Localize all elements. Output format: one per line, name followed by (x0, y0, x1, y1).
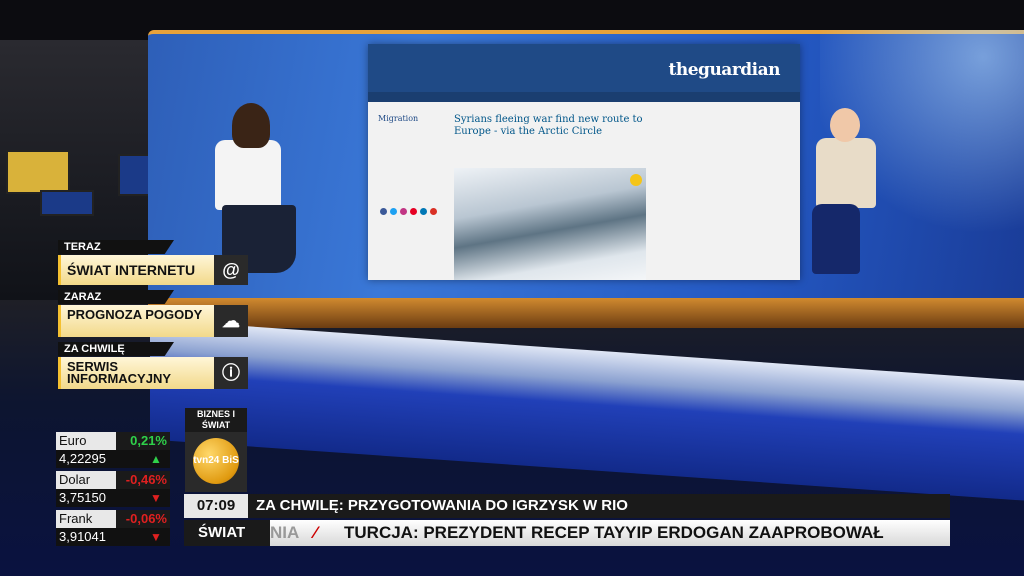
currency-change: -0,06% (116, 510, 170, 528)
currency-row-euro: Euro 0,21% 4,22295 ▲ (56, 432, 170, 468)
currency-change: -0,46% (116, 471, 170, 489)
share-icon (400, 208, 407, 215)
presenter-right (816, 138, 876, 208)
arrow-up-icon: ▲ (142, 450, 170, 468)
guardian-nav (368, 92, 800, 102)
article-section: Migration (378, 114, 419, 123)
headline-bar: ZA CHWILĘ: PRZYGOTOWANIA DO IGRZYSK W RI… (248, 494, 950, 518)
share-icon (390, 208, 397, 215)
guardian-webpage: theguardian Migration Syrians fleeing wa… (368, 44, 800, 280)
share-icon (410, 208, 417, 215)
weather-cloud-sun-icon: ☁ (214, 305, 248, 337)
newsroom-monitor (40, 190, 94, 216)
currency-name: Euro (56, 432, 116, 450)
presenter-left-hair (232, 103, 270, 148)
guardian-logo: theguardian (668, 60, 781, 80)
presenter-right-skirt (812, 204, 860, 274)
schedule-item-next: PROGNOZA POGODY ☁ (58, 305, 248, 337)
schedule-tag: ZARAZ (58, 290, 174, 304)
info-icon: ⓘ (214, 357, 248, 389)
currency-name: Dolar (56, 471, 116, 489)
arrow-down-icon: ▼ (142, 489, 170, 507)
schedule-tag: TERAZ (58, 240, 174, 254)
currency-value: 4,22295 (56, 450, 142, 468)
schedule-title: PROGNOZA POGODY (67, 307, 203, 322)
schedule-tag: ZA CHWILĘ (58, 342, 174, 356)
crawl-separator: ⁄ (314, 523, 317, 542)
share-icon (380, 208, 387, 215)
section-tag: ŚWIAT (184, 520, 270, 546)
currency-row-dollar: Dolar -0,46% 3,75150 ▼ (56, 471, 170, 507)
schedule-item-now: ŚWIAT INTERNETU @ (58, 255, 248, 285)
expand-icon (630, 174, 642, 186)
schedule-title: ŚWIAT INTERNETU (67, 262, 196, 278)
share-icon (430, 208, 437, 215)
article-photo (454, 168, 646, 280)
schedule-title: SERWIS INFORMACYJNY (67, 359, 172, 386)
currency-value: 3,91041 (56, 528, 142, 546)
crawl-text: TURCJA: PREZYDENT RECEP TAYYIP ERDOGAN Z… (344, 523, 884, 542)
program-tag: BIZNES I ŚWIAT (185, 408, 247, 432)
article-headline: Syrians fleeing war find new route to Eu… (454, 114, 643, 137)
presenter-right-head (830, 108, 860, 142)
crawl-previous-text: NIA (270, 523, 300, 542)
share-icon (420, 208, 427, 215)
clock: 07:09 (184, 494, 248, 518)
news-crawl: NIA ⁄ TURCJA: PREZYDENT RECEP TAYYIP ERD… (270, 520, 950, 546)
tvn24-logo: tvn24 BiS (193, 438, 239, 484)
currency-value: 3,75150 (56, 489, 142, 507)
currency-name: Frank (56, 510, 116, 528)
newsroom-monitor (6, 150, 70, 194)
video-wall-base (148, 298, 1024, 328)
currency-change: 0,21% (116, 432, 170, 450)
presenter-left (215, 140, 281, 210)
arrow-down-icon: ▼ (142, 528, 170, 546)
channel-logo: tvn24 BiS (185, 432, 247, 492)
schedule-item-soon: SERWIS INFORMACYJNY ⓘ (58, 357, 248, 389)
at-sign-icon: @ (214, 255, 248, 285)
currency-row-franc: Frank -0,06% 3,91041 ▼ (56, 510, 170, 546)
